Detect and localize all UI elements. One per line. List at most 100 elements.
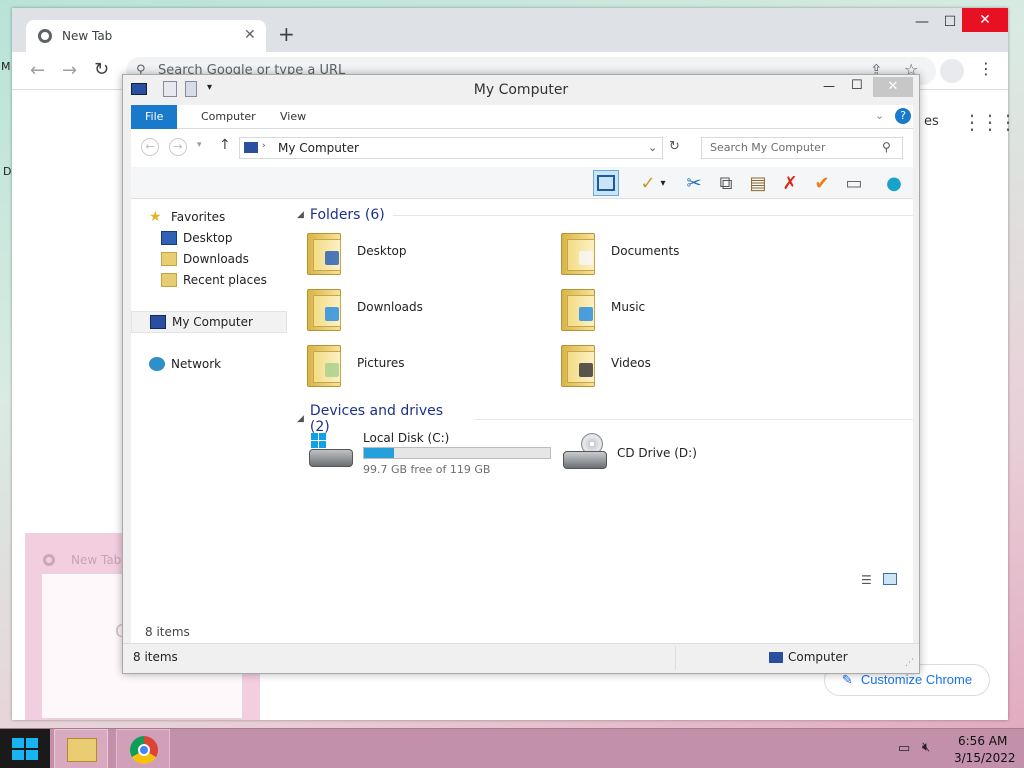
apps-grid-icon[interactable]: ⋮⋮⋮: [962, 110, 1018, 134]
drive-c-usage-bar: [363, 447, 551, 459]
reload-icon[interactable]: ↻: [94, 59, 109, 80]
forward-nav-icon[interactable]: →: [169, 138, 187, 156]
explorer-minimize-button[interactable]: —: [823, 79, 835, 93]
clock-time[interactable]: 6:56 AM: [958, 734, 1007, 748]
desktop-folder-label: Desktop: [357, 244, 407, 258]
back-icon[interactable]: ←: [30, 60, 45, 81]
my-computer-icon: [150, 315, 166, 329]
recent-locations-icon[interactable]: ▾: [197, 140, 202, 150]
address-dropdown-icon[interactable]: ⌄: [648, 141, 657, 154]
taskbar-chrome-button[interactable]: [116, 729, 170, 768]
profile-avatar[interactable]: [940, 59, 964, 83]
chrome-menu-icon[interactable]: ⋮: [978, 59, 994, 78]
hard-disk-icon: [309, 433, 353, 469]
videos-folder-icon: [561, 341, 601, 387]
folders-group-header[interactable]: ◢ Folders (6): [297, 207, 913, 223]
file-explorer-icon: [67, 738, 97, 762]
desktop-folder-icon: [307, 229, 347, 275]
chrome-close-button[interactable]: ✕: [962, 8, 1008, 32]
resize-grip-icon[interactable]: ⋰: [905, 658, 914, 668]
forward-icon[interactable]: →: [62, 60, 77, 81]
drive-c[interactable]: Local Disk (C:) 99.7 GB free of 119 GB: [307, 427, 557, 487]
rename-icon[interactable]: ▭: [841, 170, 867, 196]
start-button[interactable]: [0, 729, 50, 768]
explorer-window: ▾ My Computer — ☐ ✕ File Computer View ⌄…: [122, 74, 920, 674]
checkmark-icon[interactable]: ✔: [809, 170, 835, 196]
cut-icon[interactable]: ✂: [681, 170, 707, 196]
explorer-close-button[interactable]: ✕: [873, 77, 913, 97]
nav-recent-places[interactable]: Recent places: [131, 270, 287, 290]
nav-network-label: Network: [171, 357, 222, 371]
desktop-icon: [161, 231, 177, 245]
refresh-icon[interactable]: ↻: [669, 139, 680, 154]
ntp-side-text: es: [924, 114, 939, 129]
network-icon: [149, 357, 165, 371]
large-icons-view-icon[interactable]: [883, 573, 897, 585]
tab-close-icon[interactable]: ✕: [244, 27, 256, 43]
select-dropdown-icon[interactable]: ▾: [657, 170, 669, 196]
command-toolbar: ✓ ▾ ✂ ⧉ ▤ ✗ ✔ ▭ ●: [131, 167, 913, 199]
address-row: ← → ▾ ↑ › My Computer ⌄ ↻ Search My Comp…: [131, 129, 913, 167]
explorer-titlebar: ▾ My Computer — ☐ ✕: [123, 75, 919, 105]
magnifier-icon: ⚲: [882, 140, 891, 154]
windows-logo-icon: [12, 738, 38, 760]
globe-icon[interactable]: ●: [881, 170, 907, 196]
ribbon-expand-icon[interactable]: ⌄: [875, 109, 884, 122]
status-bar: 8 items Computer ⋰: [123, 643, 919, 673]
collapse-folders-icon[interactable]: ◢: [297, 210, 304, 220]
taskbar-explorer-button[interactable]: [54, 729, 108, 768]
drive-d[interactable]: CD Drive (D:): [561, 427, 811, 487]
folder-pictures[interactable]: Pictures: [307, 339, 557, 393]
nav-desktop[interactable]: Desktop: [131, 228, 287, 248]
chrome-tabstrip: New Tab ✕ + — ☐ ✕: [12, 8, 1008, 52]
details-view-icon[interactable]: ☰: [861, 573, 872, 587]
nav-favorites[interactable]: ★ Favorites: [131, 207, 287, 227]
address-text: My Computer: [278, 141, 359, 155]
folders-group-label: Folders (6): [309, 207, 385, 223]
music-folder-icon: [561, 285, 601, 331]
nav-downloads-label: Downloads: [183, 252, 249, 266]
chrome-tab[interactable]: New Tab ✕: [26, 20, 266, 52]
music-folder-label: Music: [611, 300, 646, 314]
folder-documents[interactable]: Documents: [561, 227, 811, 281]
chrome-taskbar-icon: [130, 736, 158, 764]
volume-muted-icon[interactable]: 🔇︎: [922, 740, 930, 755]
explorer-title: My Computer: [473, 82, 569, 98]
pencil-icon: ✎: [841, 672, 853, 687]
folder-desktop[interactable]: Desktop: [307, 227, 557, 281]
folder-videos[interactable]: Videos: [561, 339, 811, 393]
copy-icon[interactable]: ⧉: [713, 170, 739, 196]
preview-pane-icon[interactable]: [593, 170, 619, 196]
thumb-overlay-row: 8 items: [131, 625, 913, 643]
back-nav-icon[interactable]: ←: [141, 138, 159, 156]
paste-icon[interactable]: ▤: [745, 170, 771, 196]
help-icon[interactable]: ?: [895, 108, 911, 124]
address-bar[interactable]: › My Computer ⌄: [239, 137, 663, 159]
nav-my-computer[interactable]: My Computer: [131, 311, 287, 333]
chrome-logo-icon: [38, 29, 52, 43]
clock-date[interactable]: 3/15/2022: [954, 751, 1016, 765]
up-arrow-icon[interactable]: ↑: [219, 137, 231, 153]
folder-music[interactable]: Music: [561, 283, 811, 337]
tab-view[interactable]: View: [266, 105, 320, 129]
navigation-pane: ★ Favorites Desktop Downloads Recent pla…: [131, 199, 287, 643]
nav-downloads[interactable]: Downloads: [131, 249, 287, 269]
drive-c-usage-fill: [364, 448, 394, 458]
breadcrumb-chevron-icon[interactable]: ›: [262, 141, 266, 151]
pictures-folder-icon: [307, 341, 347, 387]
tab-file[interactable]: File: [131, 105, 178, 129]
content-pane: ◢ Folders (6) ◢ Devices and drives (2) L…: [287, 199, 913, 643]
delete-icon[interactable]: ✗: [777, 170, 803, 196]
collapse-devices-icon[interactable]: ◢: [297, 414, 304, 424]
tab-title: New Tab: [62, 29, 113, 43]
status-computer-icon: [769, 652, 783, 663]
explorer-search-box[interactable]: Search My Computer ⚲: [701, 137, 903, 159]
new-tab-button[interactable]: +: [278, 24, 295, 44]
nav-my-computer-label: My Computer: [172, 315, 253, 329]
nav-network[interactable]: Network: [131, 354, 287, 374]
network-tray-icon[interactable]: ▭: [898, 741, 910, 756]
documents-folder-icon: [561, 229, 601, 275]
folder-downloads[interactable]: Downloads: [307, 283, 557, 337]
tab-computer[interactable]: Computer: [187, 105, 270, 129]
explorer-maximize-button[interactable]: ☐: [851, 78, 863, 93]
